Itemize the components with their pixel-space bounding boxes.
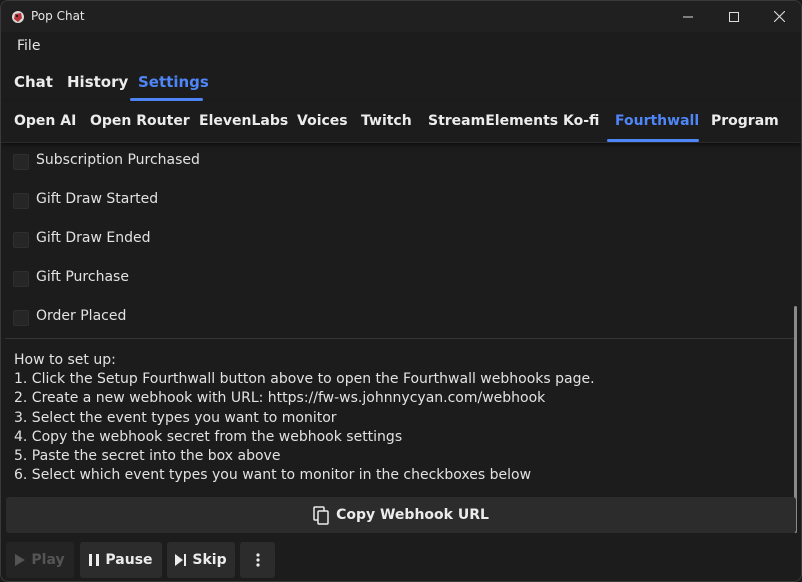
section-divider bbox=[5, 338, 797, 339]
instruction-line: 5. Paste the secret into the box above bbox=[14, 447, 281, 464]
tab-twitch[interactable]: Twitch bbox=[361, 113, 412, 129]
checkbox-label: Subscription Purchased bbox=[36, 152, 200, 168]
minimize-icon bbox=[683, 7, 693, 26]
skip-next-icon bbox=[175, 554, 187, 566]
checkbox-label: Gift Purchase bbox=[36, 269, 129, 285]
app-window: Pop Chat File Chat History Settings Open… bbox=[0, 0, 802, 582]
pause-label: Pause bbox=[105, 552, 153, 568]
main-tab-bar: Chat History Settings bbox=[1, 60, 801, 102]
event-checkbox-row[interactable]: Gift Draw Ended bbox=[13, 229, 413, 249]
tab-open-router[interactable]: Open Router bbox=[90, 113, 190, 129]
title-bar[interactable]: Pop Chat bbox=[1, 1, 801, 32]
pause-icon bbox=[89, 554, 100, 566]
settings-tab-bar: Open AI Open Router ElevenLabs Voices Tw… bbox=[1, 102, 801, 143]
copy-icon bbox=[313, 505, 330, 525]
instruction-line: 3. Select the event types you want to mo… bbox=[14, 409, 337, 426]
menu-file[interactable]: File bbox=[17, 38, 40, 54]
tab-elevenlabs[interactable]: ElevenLabs bbox=[199, 113, 288, 129]
instruction-line: 1. Click the Setup Fourthwall button abo… bbox=[14, 371, 595, 388]
checkbox-label: Gift Draw Started bbox=[36, 191, 159, 207]
instruction-line: 2. Create a new webhook with URL: https:… bbox=[14, 390, 546, 407]
event-checkbox-row[interactable]: Gift Draw Started bbox=[13, 190, 413, 210]
setup-instructions: How to set up: 1. Click the Setup Fourth… bbox=[14, 351, 784, 485]
skip-button[interactable]: Skip bbox=[167, 542, 235, 578]
play-icon bbox=[15, 554, 26, 566]
checkbox[interactable] bbox=[13, 154, 29, 170]
event-checkbox-row[interactable]: Order Placed bbox=[13, 307, 413, 327]
instruction-line: 6. Select which event types you want to … bbox=[14, 467, 532, 484]
tab-streamelements[interactable]: StreamElements bbox=[428, 113, 558, 129]
copy-button-label: Copy Webhook URL bbox=[336, 507, 489, 523]
tab-history[interactable]: History bbox=[67, 73, 128, 91]
checkbox-label: Gift Draw Ended bbox=[36, 230, 151, 246]
maximize-button[interactable] bbox=[711, 1, 757, 32]
checkbox[interactable] bbox=[13, 193, 29, 209]
more-options-button[interactable] bbox=[240, 542, 275, 578]
tab-open-ai[interactable]: Open AI bbox=[14, 113, 76, 129]
tab-voices[interactable]: Voices bbox=[297, 113, 348, 129]
checkbox-label: Order Placed bbox=[36, 308, 127, 324]
parrot-icon bbox=[11, 9, 25, 23]
instruction-line: 4. Copy the webhook secret from the webh… bbox=[14, 428, 403, 445]
tab-fourthwall[interactable]: Fourthwall bbox=[615, 113, 699, 129]
maximize-icon bbox=[729, 7, 739, 26]
play-label: Play bbox=[31, 552, 65, 568]
skip-label: Skip bbox=[192, 552, 227, 568]
pause-button[interactable]: Pause bbox=[80, 542, 162, 578]
window-title: Pop Chat bbox=[31, 9, 85, 23]
tab-program[interactable]: Program bbox=[711, 113, 779, 129]
active-tab-indicator bbox=[130, 98, 203, 101]
tab-settings[interactable]: Settings bbox=[138, 73, 209, 91]
close-button[interactable] bbox=[756, 1, 801, 32]
menu-bar: File bbox=[1, 32, 801, 60]
checkbox[interactable] bbox=[13, 310, 29, 326]
event-checkbox-row[interactable]: Subscription Purchased bbox=[13, 151, 413, 171]
minimize-button[interactable] bbox=[665, 1, 711, 32]
checkbox[interactable] bbox=[13, 232, 29, 248]
instruction-line: How to set up: bbox=[14, 352, 116, 368]
tab-ko-fi[interactable]: Ko-fi bbox=[563, 113, 599, 129]
event-checkbox-list: Subscription Purchased Gift Draw Started… bbox=[1, 143, 801, 338]
event-checkbox-row[interactable]: Gift Purchase bbox=[13, 268, 413, 288]
checkbox[interactable] bbox=[13, 271, 29, 287]
active-subtab-indicator bbox=[607, 139, 699, 142]
more-vertical-icon bbox=[255, 553, 260, 567]
copy-webhook-url-button[interactable]: Copy Webhook URL bbox=[6, 497, 796, 533]
tab-chat[interactable]: Chat bbox=[14, 73, 53, 91]
close-icon bbox=[773, 7, 785, 26]
play-button[interactable]: Play bbox=[6, 542, 74, 578]
